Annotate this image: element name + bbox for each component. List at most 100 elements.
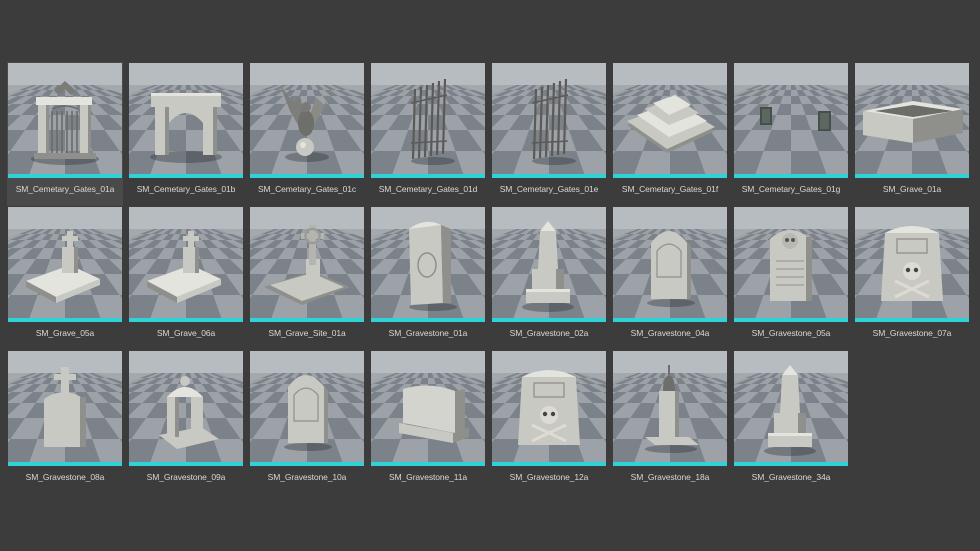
urn-pillar-icon: [613, 351, 727, 465]
asset-thumbnail: [492, 63, 606, 177]
asset-type-bar: [613, 174, 727, 178]
asset-name: SM_Cemetary_Gates_01c: [257, 184, 357, 194]
asset-name: SM_Cemetary_Gates_01a: [15, 184, 115, 194]
asset-name: SM_Gravestone_18a: [630, 472, 710, 482]
asset-thumbnail: [8, 207, 122, 321]
asset-tile-sm-cemetary-gates-01d[interactable]: SM_Cemetary_Gates_01d: [370, 62, 486, 206]
asset-name: SM_Gravestone_05a: [751, 328, 831, 338]
asset-name: SM_Gravestone_12a: [509, 472, 589, 482]
asset-type-bar: [250, 318, 364, 322]
round-headstone-icon: [250, 351, 364, 465]
grave-cross-slab-icon: [8, 207, 122, 321]
asset-tile-sm-cemetary-gates-01c[interactable]: SM_Cemetary_Gates_01c: [249, 62, 365, 206]
asset-type-bar: [129, 462, 243, 466]
asset-name: SM_Cemetary_Gates_01e: [499, 184, 599, 194]
asset-type-bar: [492, 462, 606, 466]
open-grave-icon: [855, 63, 969, 177]
asset-tile-sm-grave-site-01a[interactable]: SM_Grave_Site_01a: [249, 206, 365, 350]
asset-name: SM_Cemetary_Gates_01f: [621, 184, 719, 194]
asset-name: SM_Grave_06a: [156, 328, 216, 338]
asset-thumbnail: [734, 207, 848, 321]
asset-tile-sm-grave-06a[interactable]: SM_Grave_06a: [128, 206, 244, 350]
asset-name: SM_Gravestone_02a: [509, 328, 589, 338]
grave-cross-slab-icon: [129, 207, 243, 321]
round-headstone-icon: [613, 207, 727, 321]
asset-thumbnail: [250, 63, 364, 177]
skull-crossbones-headstone-icon: [492, 351, 606, 465]
plaques-icon: [734, 63, 848, 177]
asset-name: SM_Grave_Site_01a: [268, 328, 346, 338]
tall-slab-icon: [371, 207, 485, 321]
asset-tile-sm-cemetary-gates-01f[interactable]: SM_Cemetary_Gates_01f: [612, 62, 728, 206]
asset-type-bar: [613, 318, 727, 322]
asset-thumbnail: [855, 63, 969, 177]
asset-tile-sm-cemetary-gates-01a[interactable]: SM_Cemetary_Gates_01a: [7, 62, 123, 206]
celtic-cross-icon: [250, 207, 364, 321]
asset-type-bar: [371, 318, 485, 322]
asset-type-bar: [250, 174, 364, 178]
asset-grid: SM_Cemetary_Gates_01a SM_Cemetary_Gates_…: [7, 62, 970, 494]
asset-tile-sm-grave-01a[interactable]: SM_Grave_01a: [854, 62, 970, 206]
asset-type-bar: [734, 462, 848, 466]
asset-type-bar: [129, 318, 243, 322]
asset-name: SM_Gravestone_11a: [389, 472, 467, 482]
asset-tile-sm-gravestone-02a[interactable]: SM_Gravestone_02a: [491, 206, 607, 350]
asset-thumbnail: [8, 351, 122, 465]
asset-type-bar: [855, 174, 969, 178]
asset-type-bar: [734, 318, 848, 322]
stone-steps-icon: [613, 63, 727, 177]
asset-type-bar: [250, 462, 364, 466]
asset-type-bar: [8, 174, 122, 178]
asset-type-bar: [371, 174, 485, 178]
asset-name: SM_Gravestone_34a: [751, 472, 831, 482]
twin-pillar-headstone-icon: [129, 351, 243, 465]
asset-tile-sm-gravestone-05a[interactable]: SM_Gravestone_05a: [733, 206, 849, 350]
asset-thumbnail: [855, 207, 969, 321]
asset-type-bar: [855, 318, 969, 322]
asset-tile-sm-cemetary-gates-01b[interactable]: SM_Cemetary_Gates_01b: [128, 62, 244, 206]
skull-crossbones-headstone-icon: [855, 207, 969, 321]
asset-tile-sm-grave-05a[interactable]: SM_Grave_05a: [7, 206, 123, 350]
asset-type-bar: [492, 318, 606, 322]
asset-tile-sm-gravestone-18a[interactable]: SM_Gravestone_18a: [612, 350, 728, 494]
asset-tile-sm-gravestone-34a[interactable]: SM_Gravestone_34a: [733, 350, 849, 494]
asset-type-bar: [129, 174, 243, 178]
asset-thumbnail: [734, 63, 848, 177]
asset-thumbnail: [250, 207, 364, 321]
asset-name: SM_Gravestone_10a: [267, 472, 347, 482]
asset-thumbnail: [492, 207, 606, 321]
skull-headstone-icon: [734, 207, 848, 321]
obelisk-icon: [492, 207, 606, 321]
asset-name: SM_Grave_01a: [882, 184, 942, 194]
asset-tile-sm-cemetary-gates-01e[interactable]: SM_Cemetary_Gates_01e: [491, 62, 607, 206]
asset-thumbnail: [734, 351, 848, 465]
asset-thumbnail: [129, 351, 243, 465]
asset-tile-sm-gravestone-11a[interactable]: SM_Gravestone_11a: [370, 350, 486, 494]
asset-name: SM_Cemetary_Gates_01g: [741, 184, 841, 194]
asset-name: SM_Gravestone_08a: [25, 472, 105, 482]
asset-tile-sm-gravestone-08a[interactable]: SM_Gravestone_08a: [7, 350, 123, 494]
asset-type-bar: [8, 318, 122, 322]
stone-arch-icon: [129, 63, 243, 177]
asset-tile-sm-gravestone-12a[interactable]: SM_Gravestone_12a: [491, 350, 607, 494]
asset-tile-sm-gravestone-10a[interactable]: SM_Gravestone_10a: [249, 350, 365, 494]
asset-tile-sm-gravestone-04a[interactable]: SM_Gravestone_04a: [612, 206, 728, 350]
asset-thumbnail: [613, 207, 727, 321]
asset-tile-sm-cemetary-gates-01g[interactable]: SM_Cemetary_Gates_01g: [733, 62, 849, 206]
asset-name: SM_Grave_05a: [35, 328, 95, 338]
asset-tile-sm-gravestone-01a[interactable]: SM_Gravestone_01a: [370, 206, 486, 350]
asset-type-bar: [492, 174, 606, 178]
gate-pillars-crest-icon: [8, 63, 122, 177]
asset-name: SM_Cemetary_Gates_01b: [136, 184, 236, 194]
asset-tile-sm-gravestone-07a[interactable]: SM_Gravestone_07a: [854, 206, 970, 350]
asset-thumbnail: [8, 63, 122, 177]
asset-type-bar: [371, 462, 485, 466]
eagle-statue-icon: [250, 63, 364, 177]
asset-name: SM_Gravestone_01a: [388, 328, 468, 338]
asset-thumbnail: [371, 351, 485, 465]
asset-thumbnail: [613, 351, 727, 465]
asset-name: SM_Gravestone_07a: [872, 328, 952, 338]
asset-tile-sm-gravestone-09a[interactable]: SM_Gravestone_09a: [128, 350, 244, 494]
iron-fence-icon: [371, 63, 485, 177]
asset-thumbnail: [371, 63, 485, 177]
